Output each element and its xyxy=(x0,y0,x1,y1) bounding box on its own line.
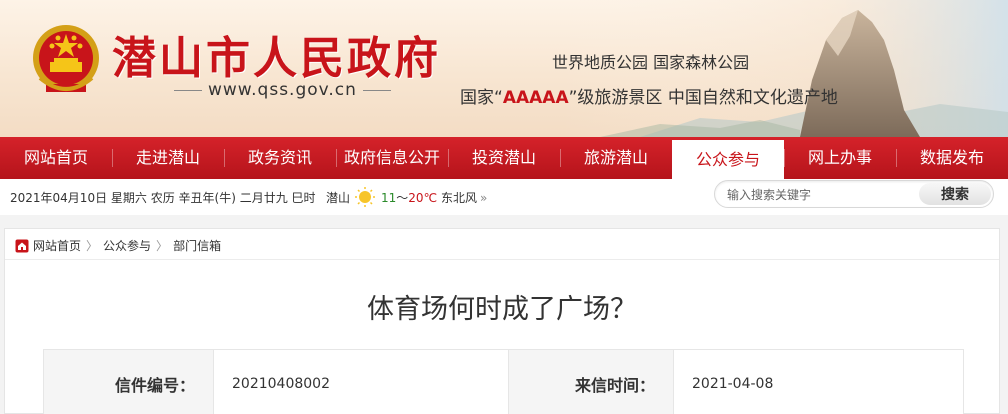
search-button[interactable]: 搜索 xyxy=(919,183,991,205)
table-row: 信件编号： 20210408002 来信时间： 2021-04-08 xyxy=(43,349,964,414)
letter-title: 体育场何时成了广场？ xyxy=(367,294,637,325)
search-input[interactable] xyxy=(727,185,917,205)
nav-item-data-release[interactable]: 数据发布 xyxy=(896,137,1008,179)
nav-item-online-services[interactable]: 网上办事 xyxy=(784,137,896,179)
header-banner: 潜山市人民政府 www.qss.gov.cn 世界地质公园 国家森林公园 国家“… xyxy=(0,0,1008,137)
nav-item-home[interactable]: 网站首页 xyxy=(0,137,112,179)
slogan-line-1: 世界地质公园 国家森林公园 xyxy=(552,53,750,72)
chevron-right-icon[interactable]: » xyxy=(480,191,487,205)
main-nav: 网站首页 走进潜山 政务资讯 政府信息公开 投资潜山 旅游潜山 公众参与 网上办… xyxy=(0,137,1008,179)
breadcrumb-home[interactable]: 网站首页 xyxy=(33,237,81,254)
breadcrumb-public-participation[interactable]: 公众参与 xyxy=(103,237,151,254)
date-text: 2021年04月10日 星期六 农历 辛丑年(牛) 二月廿九 巳时 xyxy=(10,191,316,205)
breadcrumb-divider xyxy=(5,259,999,260)
site-url: www.qss.gov.cn xyxy=(168,80,397,100)
nav-item-about[interactable]: 走进潜山 xyxy=(112,137,224,179)
nav-item-investment[interactable]: 投资潜山 xyxy=(448,137,560,179)
breadcrumb: 网站首页 〉 公众参与 〉 部门信箱 xyxy=(15,237,221,254)
main-content: 网站首页 〉 公众参与 〉 部门信箱 体育场何时成了广场？ 信件编号： 2021… xyxy=(4,228,1000,414)
breadcrumb-separator: 〉 xyxy=(86,239,99,253)
weather-city: 潜山 xyxy=(326,191,351,205)
search-box: 搜索 xyxy=(714,180,994,208)
letter-number-value: 20210408002 xyxy=(213,349,509,414)
temperature-range: 11～20℃ xyxy=(381,191,438,205)
letter-number-label: 信件编号： xyxy=(43,349,214,414)
nav-item-info-disclosure[interactable]: 政府信息公开 xyxy=(336,137,448,179)
nav-item-public-participation[interactable]: 公众参与 xyxy=(672,140,784,179)
letter-meta-table: 信件编号： 20210408002 来信时间： 2021-04-08 xyxy=(43,349,964,414)
nav-item-news[interactable]: 政务资讯 xyxy=(224,137,336,179)
sunny-icon xyxy=(355,187,375,207)
breadcrumb-separator: 〉 xyxy=(156,239,169,253)
site-title: 潜山市人民政府 xyxy=(112,33,441,84)
breadcrumb-department-mailbox[interactable]: 部门信箱 xyxy=(173,237,221,254)
rating-text: AAAAA xyxy=(502,88,569,108)
slogan-line-2: 国家“AAAAA”级旅游景区 中国自然和文化遗产地 xyxy=(460,88,838,108)
national-emblem-logo xyxy=(33,25,99,92)
letter-time-label: 来信时间： xyxy=(508,349,674,414)
letter-time-value: 2021-04-08 xyxy=(673,349,964,414)
home-icon xyxy=(15,239,29,252)
wind-direction: 东北风» xyxy=(441,191,488,205)
nav-item-tourism[interactable]: 旅游潜山 xyxy=(560,137,672,179)
